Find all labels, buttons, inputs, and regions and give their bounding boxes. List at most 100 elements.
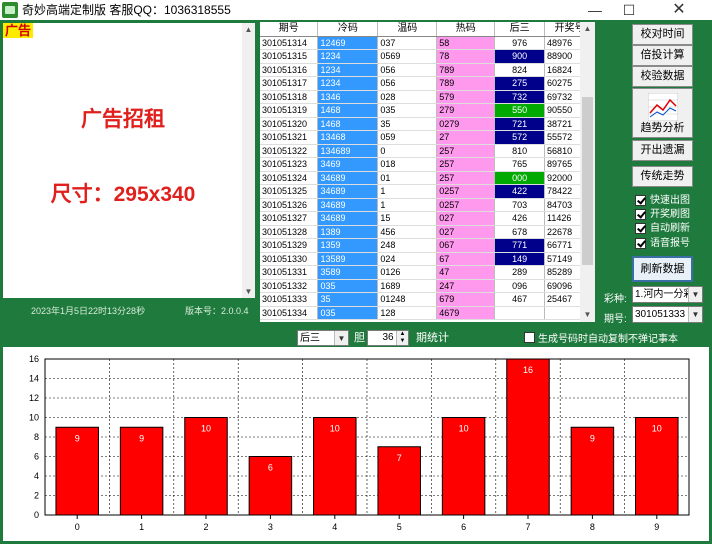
draw-table: 期号 冷码 温码 热码 后三 开奖号 301051314 12469 037 58 97… (260, 22, 595, 322)
checkbox-checked-icon[interactable] (635, 209, 646, 220)
x-tick-label: 1 (139, 522, 144, 532)
x-tick-label: 5 (397, 522, 402, 532)
col-header-hot[interactable]: 热码 (436, 22, 496, 37)
ad-size: 尺寸：295x340 (50, 183, 196, 206)
minimize-button[interactable]: — (578, 0, 612, 20)
y-tick-label: 12 (29, 393, 39, 403)
scroll-down-icon[interactable]: ▼ (580, 308, 595, 322)
trend-analysis-label: 趋势分析 (640, 122, 685, 134)
table-row[interactable]: 301051329 1359 248 067 771 66771 (260, 238, 595, 253)
table-row[interactable]: 301051321 13468 059 27 572 55572 (260, 130, 595, 145)
table-scrollbar[interactable]: ▲ ▼ (580, 22, 595, 322)
table-row[interactable]: 301051318 1346 028 579 732 69732 (260, 90, 595, 104)
cell-hot: 0279 (436, 117, 496, 131)
cell-period: 301051321 (260, 130, 319, 145)
cell-hot: 67 (436, 252, 496, 266)
stepper-arrows-icon[interactable]: ▲ ▼ (396, 331, 408, 345)
period-count-stepper[interactable]: 36 ▲ ▼ (367, 330, 409, 346)
scroll-up-icon[interactable]: ▲ (580, 22, 595, 36)
cell-period: 301051320 (260, 117, 319, 131)
x-tick-label: 7 (525, 522, 530, 532)
cell-warm: 35 (377, 117, 438, 131)
table-row[interactable]: 301051323 3469 018 257 765 89765 (260, 157, 595, 172)
cell-cold: 3589 (317, 265, 379, 280)
maximize-button[interactable]: ☐ (612, 0, 646, 20)
cell-cold: 035 (317, 279, 379, 293)
cell-warm: 018 (377, 157, 438, 172)
cell-back3: 426 (494, 211, 546, 226)
table-row[interactable]: 301051319 1468 035 279 550 90550 (260, 103, 595, 118)
scroll-down-icon[interactable]: ▼ (242, 285, 255, 298)
cell-warm: 1689 (377, 279, 438, 293)
col-header-warm[interactable]: 温码 (377, 22, 438, 37)
table-row[interactable]: 301051324 34689 01 257 000 92000 (260, 171, 595, 185)
checkbox-checked-icon[interactable] (635, 238, 646, 249)
position-select[interactable]: 后三 ▼ (297, 330, 349, 346)
table-row[interactable]: 301051325 34689 1 0257 422 78422 (260, 184, 595, 199)
table-row[interactable]: 301051332 035 1689 247 096 69096 (260, 279, 595, 293)
cell-warm: 1 (377, 198, 438, 212)
frequency-chart: 0 2 4 6 8 10 12 14 16 9 0 9 1 10 2 6 3 10 4 7 5 10 6 16 7 9 8 10 9 (3, 347, 709, 541)
table-row[interactable]: 301051328 1389 456 027 678 22678 (260, 225, 595, 239)
table-row[interactable]: 301051331 3589 0126 47 289 85289 (260, 265, 595, 280)
table-row[interactable]: 301051320 1468 35 0279 721 38721 (260, 117, 595, 131)
chevron-down-icon[interactable]: ▼ (688, 307, 702, 322)
cell-hot: 789 (436, 63, 496, 77)
table-row[interactable]: 301051322 134689 0 257 810 56810 (260, 144, 595, 158)
lottery-type-select[interactable]: 1.河内一分彩 ▼ (632, 286, 703, 303)
cell-cold: 13468 (317, 130, 379, 145)
checkbox-checked-icon[interactable] (635, 223, 646, 234)
period-count-value: 36 (382, 332, 394, 343)
cell-back3: 422 (494, 184, 546, 199)
trend-analysis-button[interactable]: 趋势分析 (632, 88, 693, 138)
refresh-data-button[interactable]: 刷新数据 (632, 256, 693, 282)
cell-hot: 47 (436, 265, 496, 280)
table-row[interactable]: 301051317 1234 056 789 275 60275 (260, 76, 595, 91)
cell-warm: 024 (377, 252, 438, 266)
table-row[interactable]: 301051316 1234 056 789 824 16824 (260, 63, 595, 77)
app-icon (2, 2, 18, 18)
cell-warm: 0 (377, 144, 438, 158)
calibrate-time-button[interactable]: 校对时间 (632, 24, 693, 45)
cell-period: 301051314 (260, 36, 319, 50)
cell-cold: 1389 (317, 225, 379, 239)
ad-scrollbar[interactable]: ▲ ▼ (242, 23, 255, 298)
status-datetime: 2023年1月5日22时13分28秒 (31, 306, 146, 316)
cell-cold: 134689 (317, 144, 379, 158)
bar-value-label: 9 (590, 433, 595, 443)
col-header-period[interactable]: 期号 (260, 22, 319, 37)
cell-period: 301051322 (260, 144, 319, 158)
cell-cold: 35 (317, 292, 379, 307)
table-row[interactable]: 301051334 035 128 4679 (260, 306, 595, 320)
table-row[interactable]: 301051315 1234 0569 78 900 88900 (260, 49, 595, 64)
multiple-calc-button[interactable]: 倍投计算 (632, 45, 693, 66)
cell-hot: 257 (436, 157, 496, 172)
y-tick-label: 10 (29, 413, 39, 423)
ad-panel: 广告 广告招租 尺寸：295x340 ▲ ▼ (3, 23, 255, 298)
chevron-down-icon[interactable]: ▼ (334, 331, 348, 345)
missing-button[interactable]: 开出遗漏 (632, 140, 693, 161)
auto-copy-checkbox[interactable] (524, 332, 535, 343)
cell-back3: 096 (494, 279, 546, 293)
table-row[interactable]: 301051327 34689 15 027 426 11426 (260, 211, 595, 226)
scroll-up-icon[interactable]: ▲ (242, 23, 255, 36)
cell-period: 301051324 (260, 171, 319, 185)
trend-walk-button[interactable]: 传统走势 (632, 166, 693, 187)
col-header-back3[interactable]: 后三 (494, 22, 546, 37)
chevron-down-icon[interactable]: ▼ (688, 287, 702, 302)
verify-data-button[interactable]: 校验数据 (632, 66, 693, 87)
col-header-cold[interactable]: 冷码 (317, 22, 379, 37)
cell-period: 301051329 (260, 238, 319, 253)
table-row[interactable]: 301051326 34689 1 0257 703 84703 (260, 198, 595, 212)
table-row[interactable]: 301051330 13589 024 67 149 57149 (260, 252, 595, 266)
period-select[interactable]: 301051333 ▼ (632, 306, 703, 323)
table-row[interactable]: 301051333 35 01248 679 467 25467 (260, 292, 595, 307)
x-tick-label: 2 (203, 522, 208, 532)
scroll-thumb[interactable] (582, 97, 593, 265)
bar-value-label: 16 (523, 365, 533, 375)
close-button[interactable]: ✕ (646, 0, 712, 20)
checkbox-checked-icon[interactable] (635, 195, 646, 206)
cell-warm: 0569 (377, 49, 438, 64)
cell-period: 301051317 (260, 76, 319, 91)
table-row[interactable]: 301051314 12469 037 58 976 48976 (260, 36, 595, 50)
